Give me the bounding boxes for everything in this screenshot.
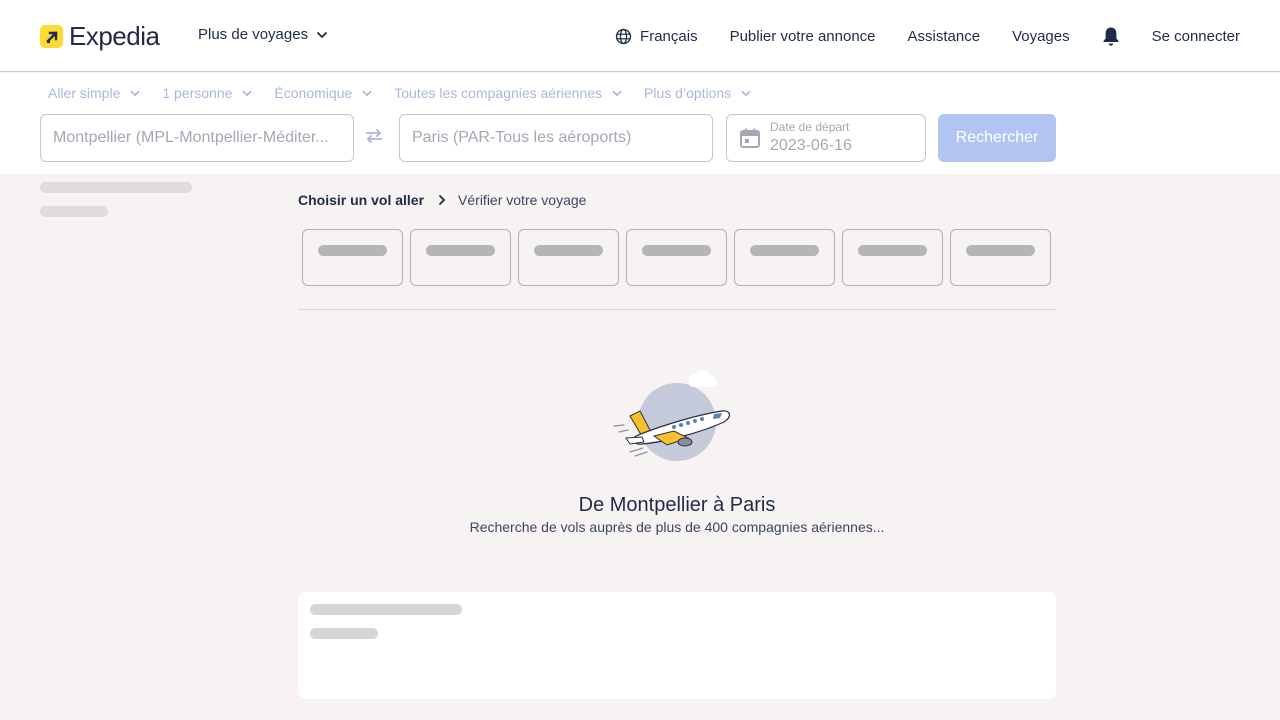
date-selector-tabs xyxy=(302,229,1058,286)
skeleton-bar xyxy=(534,245,603,256)
destination-field[interactable]: Paris (PAR-Tous les aéroports) xyxy=(399,114,713,162)
skeleton-line xyxy=(310,628,378,639)
skeleton-bar xyxy=(858,245,927,256)
expedia-logo[interactable]: Expedia xyxy=(40,21,160,51)
support-link[interactable]: Assistance xyxy=(908,28,981,45)
more-options-dropdown[interactable]: Plus d’options xyxy=(644,85,751,101)
sign-in-link[interactable]: Se connecter xyxy=(1152,28,1240,45)
travelers-dropdown[interactable]: 1 personne xyxy=(162,85,252,101)
chevron-down-icon xyxy=(612,90,622,96)
departure-date-value: 2023-06-16 xyxy=(770,137,852,154)
skeleton-bar xyxy=(966,245,1035,256)
date-tab[interactable] xyxy=(842,229,943,286)
date-tab[interactable] xyxy=(734,229,835,286)
header-nav: Français Publier votre annonce Assistanc… xyxy=(615,22,1240,50)
date-tab[interactable] xyxy=(302,229,403,286)
airplane-illustration xyxy=(610,368,740,468)
cabin-class-label: Économique xyxy=(274,85,353,101)
language-label: Français xyxy=(640,27,698,45)
date-tab[interactable] xyxy=(410,229,511,286)
more-options-label: Plus d’options xyxy=(644,85,732,101)
travelers-label: 1 personne xyxy=(162,85,233,101)
calendar-icon xyxy=(740,128,760,148)
globe-icon xyxy=(615,28,632,44)
loading-subtitle: Recherche de vols auprès de plus de 400 … xyxy=(469,519,885,535)
origin-field[interactable]: Montpellier (MPL-Montpellier-Méditer... xyxy=(40,114,354,162)
chevron-down-icon xyxy=(741,90,751,96)
more-trips-menu[interactable]: Plus de voyages xyxy=(198,26,328,43)
destination-value: Paris (PAR-Tous les aéroports) xyxy=(412,129,632,146)
swap-arrows-icon xyxy=(366,128,382,144)
chevron-right-icon xyxy=(438,194,446,206)
airlines-dropdown[interactable]: Toutes les compagnies aériennes xyxy=(394,85,622,101)
skeleton-bar xyxy=(426,245,495,256)
cabin-class-dropdown[interactable]: Économique xyxy=(274,85,372,101)
chevron-down-icon xyxy=(130,90,140,96)
expedia-arrow-icon xyxy=(40,25,63,48)
chevron-down-icon xyxy=(316,31,328,38)
notifications-button[interactable] xyxy=(1102,26,1120,47)
swap-locations-button[interactable] xyxy=(364,128,384,149)
chevron-down-icon xyxy=(362,90,372,96)
trip-type-dropdown[interactable]: Aller simple xyxy=(48,85,140,101)
date-tab[interactable] xyxy=(626,229,727,286)
origin-value: Montpellier (MPL-Montpellier-Méditer... xyxy=(53,129,329,146)
airplane-icon xyxy=(613,370,730,461)
language-selector[interactable]: Français xyxy=(615,28,698,45)
search-button[interactable]: Rechercher xyxy=(938,114,1056,162)
skeleton-bar xyxy=(642,245,711,256)
breadcrumb: Choisir un vol aller Vérifier votre voya… xyxy=(298,192,586,208)
list-property-link[interactable]: Publier votre annonce xyxy=(730,28,876,45)
breadcrumb-step-outbound: Choisir un vol aller xyxy=(298,192,425,208)
chevron-down-icon xyxy=(242,90,252,96)
flight-result-skeleton-card xyxy=(298,592,1056,699)
departure-date-label: Date de départ xyxy=(770,120,850,134)
sidebar-skeleton-line xyxy=(40,182,192,193)
date-tab[interactable] xyxy=(518,229,619,286)
skeleton-bar xyxy=(750,245,819,256)
top-header: Expedia Plus de voyages Français Publier… xyxy=(0,0,1280,72)
skeleton-line xyxy=(310,604,462,615)
loading-title: De Montpellier à Paris xyxy=(578,494,776,516)
date-tab[interactable] xyxy=(950,229,1051,286)
sidebar-skeleton-line xyxy=(40,206,108,217)
departure-date-field[interactable]: Date de départ 2023-06-16 xyxy=(726,114,926,162)
flight-search-form: Aller simple 1 personne Économique Toute… xyxy=(0,73,1280,174)
airlines-label: Toutes les compagnies aériennes xyxy=(394,85,603,101)
search-filters: Aller simple 1 personne Économique Toute… xyxy=(48,85,773,101)
logo-text: Expedia xyxy=(69,21,160,51)
more-trips-label: Plus de voyages xyxy=(198,26,309,43)
skeleton-bar xyxy=(318,245,387,256)
trips-link[interactable]: Voyages xyxy=(1012,28,1070,45)
breadcrumb-step-review: Vérifier votre voyage xyxy=(458,192,587,208)
trip-type-label: Aller simple xyxy=(48,85,121,101)
divider xyxy=(298,309,1056,310)
bell-icon xyxy=(1103,27,1119,46)
